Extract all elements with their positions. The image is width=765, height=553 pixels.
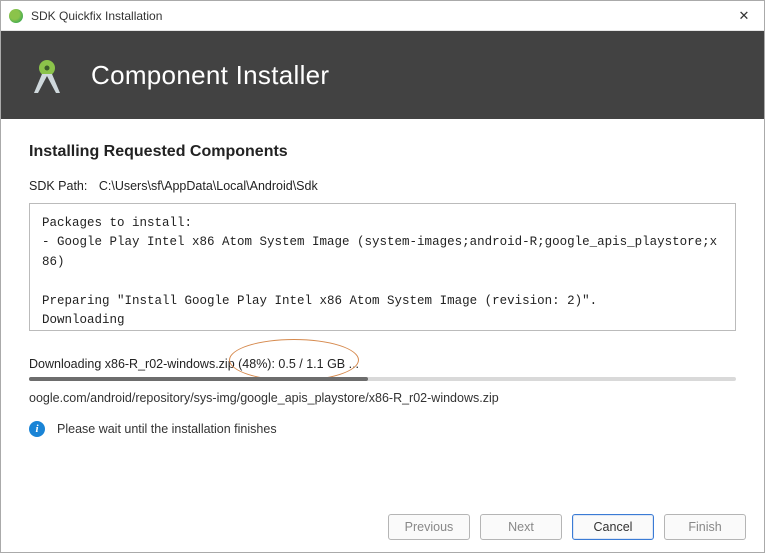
sdk-path-value: C:\Users\sf\AppData\Local\Android\Sdk (99, 179, 318, 193)
banner-heading: Component Installer (91, 60, 329, 91)
progress-detail: oogle.com/android/repository/sys-img/goo… (29, 391, 736, 405)
info-text: Please wait until the installation finis… (57, 422, 277, 436)
content: Installing Requested Components SDK Path… (1, 119, 764, 437)
sdk-path-label: SDK Path: (29, 179, 87, 193)
android-studio-icon (25, 53, 91, 97)
next-button: Next (480, 514, 562, 540)
previous-button: Previous (388, 514, 470, 540)
banner: Component Installer (1, 31, 764, 119)
page-title: Installing Requested Components (29, 143, 736, 161)
close-icon[interactable]: ✕ (724, 1, 764, 31)
install-log[interactable]: Packages to install: - Google Play Intel… (29, 203, 736, 331)
progress-area: Downloading x86-R_r02-windows.zip (48%):… (29, 357, 736, 437)
cancel-button[interactable]: Cancel (572, 514, 654, 540)
progress-bar (29, 377, 736, 381)
info-icon: i (29, 421, 45, 437)
progress-fill (29, 377, 368, 381)
app-icon-small (9, 9, 23, 23)
info-line: i Please wait until the installation fin… (29, 421, 736, 437)
window-title: SDK Quickfix Installation (31, 9, 724, 23)
progress-label: Downloading x86-R_r02-windows.zip (48%):… (29, 357, 736, 371)
finish-button: Finish (664, 514, 746, 540)
button-row: Previous Next Cancel Finish (1, 502, 764, 552)
titlebar: SDK Quickfix Installation ✕ (1, 1, 764, 31)
sdk-path-row: SDK Path: C:\Users\sf\AppData\Local\Andr… (29, 179, 736, 193)
